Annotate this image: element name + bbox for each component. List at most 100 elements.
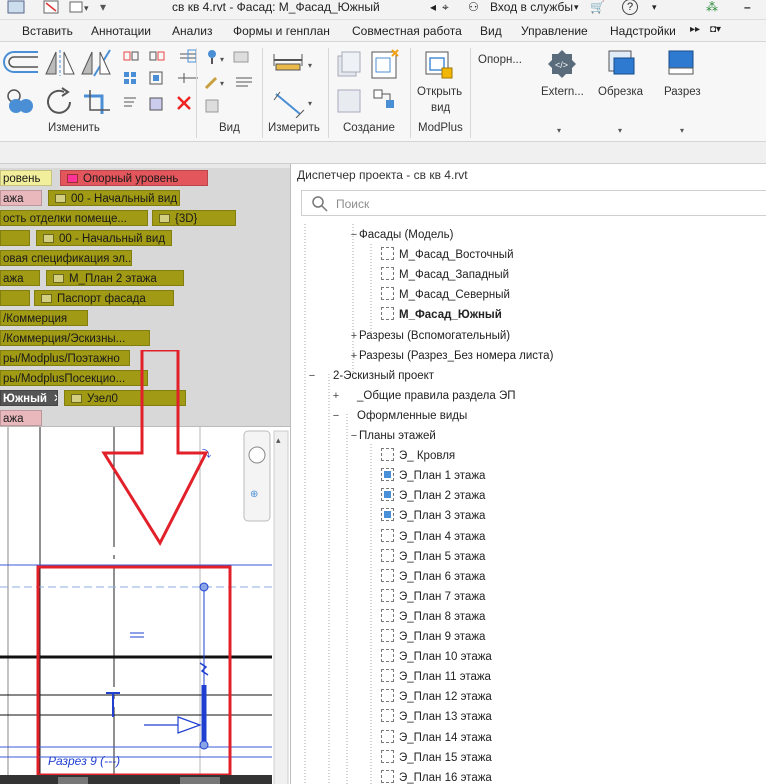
browser-view-item[interactable]: Э_План 11 этажа — [381, 668, 491, 686]
create-group-icon[interactable] — [332, 46, 406, 120]
browser-view-item[interactable]: Э_План 13 этажа — [381, 708, 492, 726]
edit-icons-row3[interactable] — [122, 94, 202, 114]
tree-toggle-icon[interactable]: + — [331, 387, 341, 405]
browser-view-item[interactable]: Э_План 7 этажа — [381, 588, 485, 606]
move-icon[interactable] — [4, 86, 34, 116]
open-view-label-2[interactable]: вид — [431, 100, 450, 116]
view-tab[interactable]: овая спецификация эл... — [0, 250, 132, 266]
section-icon[interactable] — [666, 48, 698, 80]
mirror-draw-icon[interactable] — [80, 48, 114, 78]
browser-view-item[interactable]: Э_План 3 этажа — [381, 507, 485, 525]
view-tab[interactable]: Паспорт фасада — [34, 290, 174, 306]
browser-view-item[interactable]: Э_План 4 этажа — [381, 528, 485, 546]
browser-view-item[interactable]: М_Фасад_Восточный — [381, 246, 514, 264]
view-tab[interactable]: ры/ModplusПосекцио... — [0, 370, 148, 386]
view-tab[interactable]: ажа — [0, 190, 42, 206]
view-tab[interactable]: {3D} — [152, 210, 236, 226]
section-dropdown-icon[interactable]: ▾ — [680, 126, 684, 135]
extern-icon[interactable]: </> — [546, 48, 578, 80]
browser-view-item[interactable]: Э_План 10 этажа — [381, 648, 492, 666]
measure-icon[interactable]: ▾▾ — [270, 48, 324, 118]
browser-view-item[interactable]: Э_План 15 этажа — [381, 749, 492, 767]
view-tab-active[interactable]: Южный✕ — [0, 390, 58, 406]
binoculars-icon[interactable]: ⌖ — [442, 0, 449, 14]
more-tabs-icon[interactable]: ▸▸ — [690, 24, 700, 35]
section-label[interactable]: Разрез 9 (---) — [48, 754, 120, 768]
section-button[interactable]: Разрез — [664, 84, 701, 100]
tab-insert[interactable]: Вставить — [22, 24, 73, 38]
view-tab[interactable]: /Коммерция — [0, 310, 88, 326]
array-icons-row2[interactable] — [122, 70, 202, 86]
view-tab[interactable] — [0, 230, 30, 246]
rotate-icon[interactable] — [44, 86, 76, 118]
crop-icon[interactable] — [606, 48, 638, 80]
view-tab[interactable]: ровень — [0, 170, 52, 186]
user-icon[interactable]: ⚇ — [468, 0, 479, 14]
tab-view[interactable]: Вид — [480, 24, 502, 38]
browser-view-item[interactable]: Э_План 6 этажа — [381, 568, 485, 586]
elevation-drawing[interactable]: ⊕ ▴ ⤵ — [0, 351, 290, 784]
paint-icon[interactable]: ▾ — [202, 72, 258, 92]
crop-dropdown-icon[interactable]: ▾ — [618, 126, 622, 135]
browser-group-item[interactable]: _Общие правила раздела ЭП — [357, 387, 516, 405]
browser-view-item[interactable]: М_Фасад_Южный — [381, 306, 502, 324]
mirror-pick-icon[interactable] — [44, 48, 76, 78]
browser-group-item[interactable]: Планы этажей — [359, 427, 436, 445]
tab-addins[interactable]: Надстройки — [610, 24, 676, 38]
browser-view-item[interactable]: Э_План 14 этажа — [381, 729, 492, 747]
view-tab[interactable]: 00 - Начальный вид — [36, 230, 172, 246]
view-tab[interactable]: /Коммерция/Эскизны... — [0, 330, 150, 346]
quick-access-icons[interactable]: ▾ — [4, 0, 94, 14]
view-tab[interactable]: ры/Modplus/Поэтажно — [0, 350, 130, 366]
tree-toggle-icon[interactable]: + — [349, 327, 359, 345]
browser-search-input[interactable]: Поиск — [301, 190, 766, 216]
ribbon-toggle-icon[interactable]: ◘▾ — [710, 24, 721, 35]
help-dropdown-icon[interactable]: ▾ — [652, 0, 657, 14]
nav-left-icon[interactable]: ◂ — [430, 0, 436, 14]
open-view-label-1[interactable]: Открыть — [417, 84, 462, 100]
qa-more-icon[interactable]: ▾ — [100, 0, 106, 14]
extern-button[interactable]: Extern... — [541, 84, 584, 100]
tab-analyze[interactable]: Анализ — [172, 24, 213, 38]
extern-dropdown-icon[interactable]: ▾ — [557, 126, 561, 135]
trim-icon[interactable] — [80, 86, 114, 118]
browser-view-item[interactable]: М_Фасад_Западный — [381, 266, 509, 284]
tree-toggle-icon[interactable]: − — [331, 407, 341, 425]
minimize-icon[interactable]: – — [744, 0, 751, 14]
tree-toggle-icon[interactable]: + — [349, 347, 359, 365]
view-tab[interactable]: Опорный уровень — [60, 170, 208, 186]
browser-view-item[interactable]: Э_План 5 этажа — [381, 548, 485, 566]
exchange-icon[interactable]: ⁂ — [706, 0, 718, 14]
browser-view-item[interactable]: Э_ Кровля — [381, 447, 455, 465]
tree-toggle-icon[interactable]: − — [307, 367, 317, 385]
drawing-canvas[interactable]: ⊕ ▴ ⤵ Разрез 9 (---) — [0, 351, 290, 784]
browser-view-item[interactable]: М_Фасад_Северный — [381, 286, 510, 304]
browser-group-item[interactable]: Разрезы (Разрез_Без номера листа) — [359, 347, 553, 365]
view-tab[interactable] — [0, 290, 30, 306]
reference-button[interactable]: Опорн... — [478, 52, 522, 68]
tab-collaborate[interactable]: Совместная работа — [352, 24, 462, 38]
browser-group-item[interactable]: 2-Эскизный проект — [333, 367, 434, 385]
browser-group-item[interactable]: Оформленные виды — [357, 407, 467, 425]
browser-view-item[interactable]: Э_План 1 этажа — [381, 467, 485, 485]
hide-element-icon[interactable] — [202, 96, 224, 116]
browser-view-item[interactable]: Э_План 2 этажа — [381, 487, 485, 505]
close-tab-icon[interactable]: ✕ — [53, 393, 57, 405]
thin-lines-icon[interactable]: ▾ — [202, 48, 258, 68]
browser-view-item[interactable]: Э_План 16 этажа — [381, 769, 492, 784]
crop-button[interactable]: Обрезка — [598, 84, 643, 100]
open-view-icon[interactable] — [422, 48, 458, 80]
tab-manage[interactable]: Управление — [521, 24, 588, 38]
browser-group-item[interactable]: Фасады (Модель) — [359, 226, 453, 244]
view-tab[interactable]: 00 - Начальный вид — [48, 190, 180, 206]
browser-view-item[interactable]: Э_План 9 этажа — [381, 628, 485, 646]
signin-link[interactable]: Вход в службы — [490, 0, 573, 14]
view-tab[interactable]: ажа — [0, 270, 40, 286]
browser-view-item[interactable]: Э_План 8 этажа — [381, 608, 485, 626]
offset-icon[interactable] — [0, 48, 40, 78]
view-tab[interactable]: М_План 2 этажа — [46, 270, 184, 286]
browser-view-item[interactable]: Э_План 12 этажа — [381, 688, 492, 706]
align-icons-row1[interactable] — [122, 48, 206, 64]
signin-dropdown-icon[interactable]: ▾ — [574, 0, 579, 14]
tree-toggle-icon[interactable]: − — [349, 226, 359, 244]
